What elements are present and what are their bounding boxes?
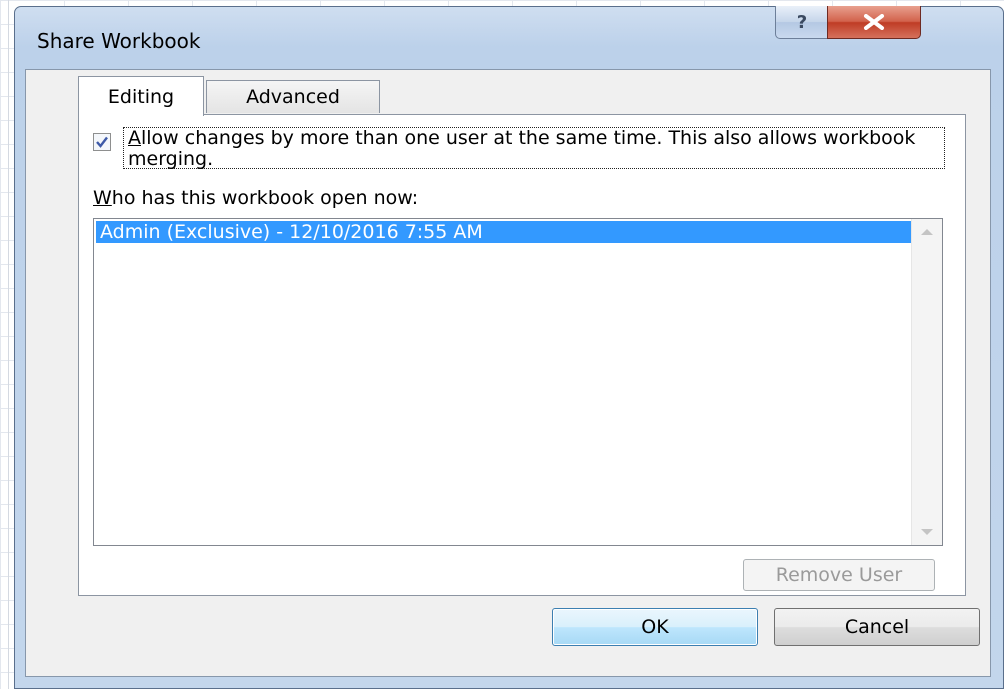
close-icon	[864, 14, 884, 30]
allow-changes-accesskey: A	[128, 127, 141, 149]
allow-changes-label[interactable]: Allow changes by more than one user at t…	[123, 127, 945, 170]
who-has-open-label: Who has this workbook open now:	[93, 187, 418, 209]
users-listbox[interactable]: Admin (Exclusive) - 12/10/2016 7:55 AM	[93, 218, 943, 546]
chevron-down-icon	[921, 529, 933, 535]
allow-changes-text: llow changes by more than one user at th…	[128, 127, 916, 170]
editing-tab-panel: Allow changes by more than one user at t…	[78, 114, 966, 596]
tab-editing-label: Editing	[107, 85, 175, 108]
checkmark-icon	[96, 136, 108, 148]
close-button[interactable]	[827, 6, 921, 39]
remove-user-button[interactable]: Remove User	[743, 559, 935, 591]
ok-button[interactable]: OK	[552, 608, 758, 646]
scroll-up-arrow[interactable]	[912, 221, 942, 243]
listbox-scrollbar[interactable]	[911, 219, 942, 545]
allow-changes-checkbox[interactable]	[93, 133, 111, 151]
spreadsheet-column-line	[8, 0, 9, 689]
scroll-down-arrow[interactable]	[912, 521, 942, 543]
who-has-open-accesskey: W	[93, 187, 112, 209]
dialog-client-area: Editing Advanced Allow changes by more t…	[25, 69, 991, 677]
list-item[interactable]: Admin (Exclusive) - 12/10/2016 7:55 AM	[96, 221, 914, 243]
dialog-title: Share Workbook	[37, 29, 201, 53]
cancel-button[interactable]: Cancel	[774, 608, 980, 646]
help-button[interactable]: ?	[775, 6, 829, 39]
chevron-up-icon	[921, 229, 933, 235]
tab-advanced-label: Advanced	[246, 86, 340, 108]
who-has-open-text: ho has this workbook open now:	[111, 187, 419, 209]
share-workbook-dialog: Share Workbook ? Editing Advanced Allow …	[14, 6, 1004, 689]
tab-advanced[interactable]: Advanced	[206, 80, 380, 113]
help-icon: ?	[796, 11, 808, 33]
tab-editing[interactable]: Editing	[78, 76, 204, 116]
